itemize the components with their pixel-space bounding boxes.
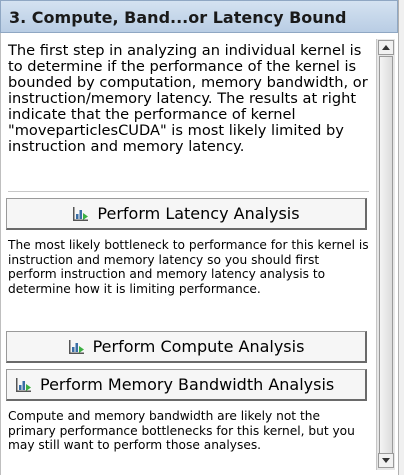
scrollbar-thumb[interactable]: [379, 56, 393, 466]
vertical-scrollbar[interactable]: [376, 39, 395, 470]
window-edge: [398, 0, 404, 475]
arrow-down-icon: [382, 458, 390, 463]
perform-memory-bandwidth-analysis-button[interactable]: Perform Memory Bandwidth Analysis: [6, 369, 367, 401]
chart-icon: [68, 339, 84, 354]
divider: [8, 191, 369, 192]
perform-latency-analysis-button[interactable]: Perform Latency Analysis: [6, 198, 367, 230]
arrow-up-icon: [382, 45, 390, 50]
perform-compute-analysis-button[interactable]: Perform Compute Analysis: [6, 331, 367, 363]
perform-latency-analysis-label: Perform Latency Analysis: [97, 204, 300, 223]
chart-icon: [73, 206, 89, 221]
panel-title: 3. Compute, Band...or Latency Bound: [9, 8, 347, 27]
intro-text: The first step in analyzing an individua…: [8, 42, 368, 155]
chart-icon: [16, 377, 31, 392]
panel-header: 3. Compute, Band...or Latency Bound: [0, 0, 398, 33]
footer-note: Compute and memory bandwidth are likely …: [8, 409, 355, 452]
perform-compute-analysis-label: Perform Compute Analysis: [92, 337, 305, 356]
scroll-down-button[interactable]: [378, 453, 394, 468]
panel-body: The first step in analyzing an individua…: [0, 33, 376, 475]
perform-memory-bandwidth-analysis-label: Perform Memory Bandwidth Analysis: [40, 375, 335, 394]
latency-note: The most likely bottleneck to performanc…: [8, 238, 369, 296]
scroll-up-button[interactable]: [378, 40, 394, 55]
